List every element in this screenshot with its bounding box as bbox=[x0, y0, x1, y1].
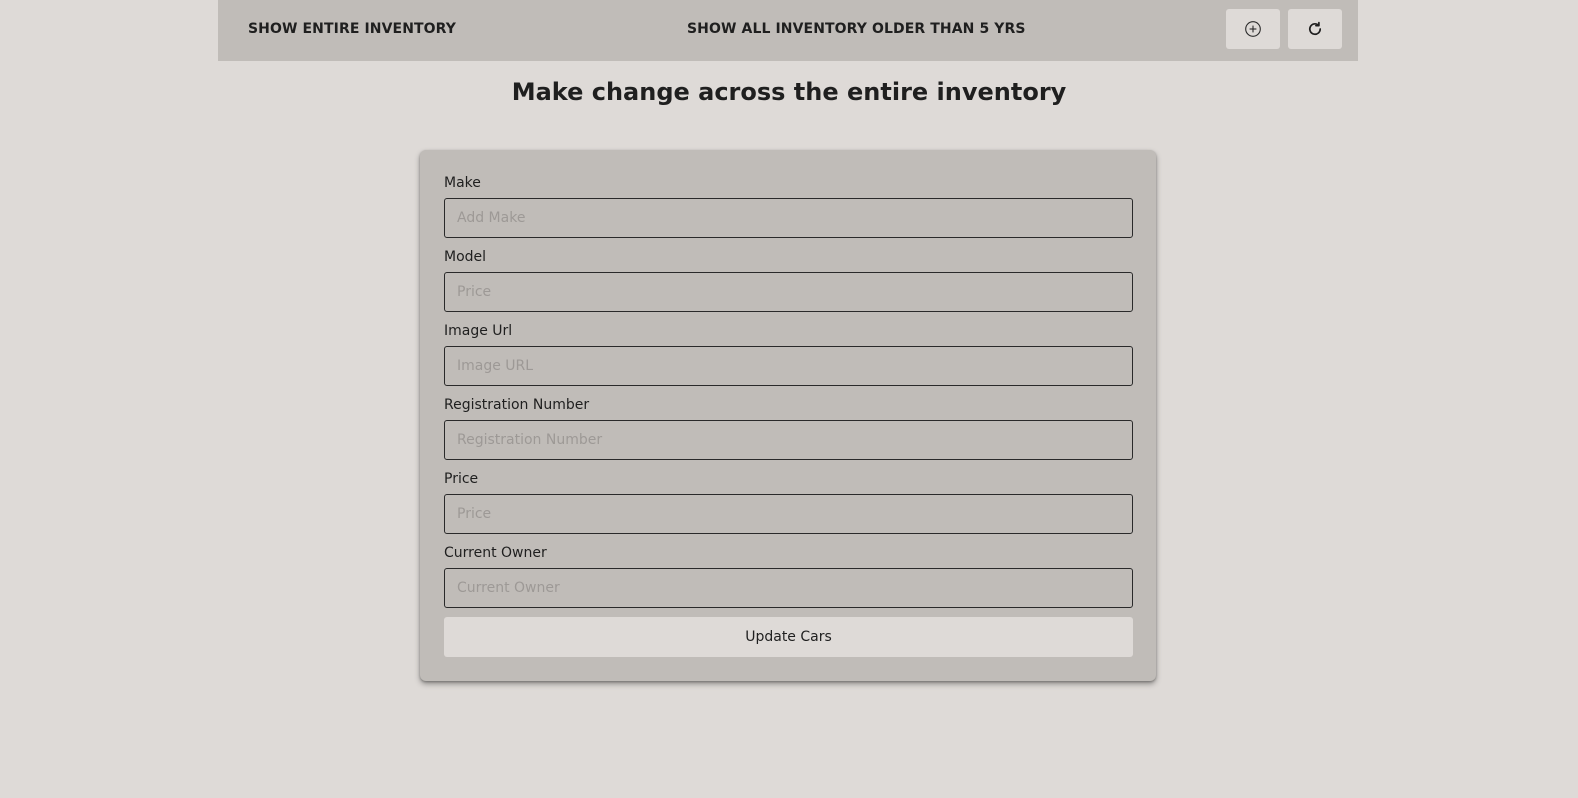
price-input[interactable] bbox=[444, 494, 1133, 534]
current-owner-input[interactable] bbox=[444, 568, 1133, 608]
registration-number-label: Registration Number bbox=[444, 397, 590, 413]
model-input[interactable] bbox=[444, 272, 1133, 312]
add-car-button[interactable] bbox=[1226, 9, 1280, 49]
current-owner-label: Current Owner bbox=[444, 545, 547, 561]
top-navbar: SHOW ENTIRE INVENTORY SHOW ALL INVENTORY… bbox=[218, 0, 1358, 61]
update-inventory-form: Make Model Image Url Registration Number… bbox=[420, 150, 1156, 681]
registration-number-input[interactable] bbox=[444, 420, 1133, 460]
image-url-input[interactable] bbox=[444, 346, 1133, 386]
make-input[interactable] bbox=[444, 198, 1133, 238]
price-label: Price bbox=[444, 471, 479, 487]
page-title: Make change across the entire inventory bbox=[511, 78, 1067, 106]
show-entire-inventory-link[interactable]: SHOW ENTIRE INVENTORY bbox=[248, 0, 456, 58]
make-label: Make bbox=[444, 175, 481, 191]
refresh-button[interactable] bbox=[1288, 9, 1342, 49]
refresh-icon bbox=[1306, 20, 1324, 38]
model-label: Model bbox=[444, 249, 487, 265]
add-circle-icon bbox=[1244, 20, 1262, 38]
image-url-label: Image Url bbox=[444, 323, 513, 339]
show-older-inventory-link[interactable]: SHOW ALL INVENTORY OLDER THAN 5 YRS bbox=[687, 0, 1026, 58]
update-cars-button[interactable]: Update Cars bbox=[444, 617, 1133, 657]
